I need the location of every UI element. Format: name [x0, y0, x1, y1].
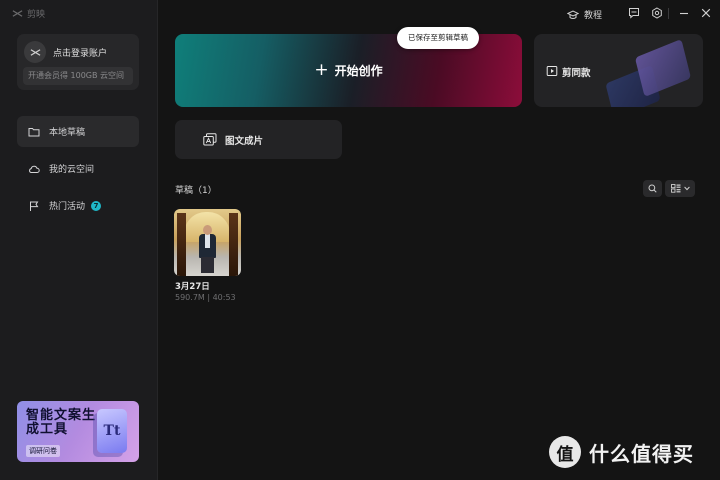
template-clip-button[interactable]: 剪同款	[534, 34, 703, 107]
feedback-icon[interactable]	[628, 7, 640, 19]
search-icon	[648, 184, 657, 193]
thumbnail-pillar	[177, 213, 186, 276]
thumbnail-person-head	[203, 225, 212, 235]
sidebar-item-hot-events[interactable]: 热门活动 7	[17, 190, 139, 221]
thumbnail-pillar	[229, 213, 238, 276]
title-bar: 教程	[158, 0, 720, 28]
start-creation-label: 开始创作	[334, 64, 383, 78]
settings-icon[interactable]	[651, 7, 663, 19]
watermark-text: 什么值得买	[589, 441, 694, 466]
sidebar-item-label: 热门活动	[49, 202, 86, 212]
sidebar: 剪映 点击登录账户 开通会员得 100GB 云空间 本地草稿 我的云空间 热门活…	[0, 0, 158, 480]
decorative-card-shape	[634, 39, 692, 97]
thumbnail-person-legs	[201, 257, 214, 273]
drafts-section-title: 草稿（1）	[175, 186, 217, 196]
template-clip-label: 剪同款	[562, 68, 591, 79]
text-to-video-icon	[203, 133, 217, 146]
tutorial-label: 教程	[583, 11, 602, 21]
draft-title[interactable]: 3月27日	[175, 280, 210, 292]
minimize-icon[interactable]	[678, 7, 690, 19]
promo-subtitle: 调研问卷	[26, 445, 60, 457]
chevron-down-icon	[683, 186, 690, 191]
grid-view-icon	[670, 184, 680, 193]
flag-icon	[30, 201, 39, 211]
save-toast: 已保存至剪辑草稿	[397, 27, 479, 49]
sidebar-item-label: 本地草稿	[49, 128, 86, 138]
search-drafts-button[interactable]	[643, 180, 662, 197]
membership-promo[interactable]: 开通会员得 100GB 云空间	[23, 67, 133, 85]
login-card[interactable]: 点击登录账户 开通会员得 100GB 云空间	[17, 34, 139, 90]
thumbnail-person-shirt	[205, 234, 210, 248]
close-icon[interactable]	[700, 7, 712, 19]
text-to-video-button[interactable]: 图文成片	[175, 120, 342, 159]
avatar[interactable]	[24, 41, 46, 63]
sidebar-item-cloud-space[interactable]: 我的云空间	[17, 153, 139, 184]
template-clip-icon	[546, 66, 558, 76]
capcut-logo-icon	[12, 10, 23, 17]
cloud-icon	[29, 165, 40, 173]
graduation-cap-icon	[566, 9, 579, 19]
sidebar-item-local-drafts[interactable]: 本地草稿	[17, 116, 139, 147]
watermark: 值 什么值得买	[549, 436, 694, 468]
plus-icon: +	[314, 59, 329, 80]
promo-banner[interactable]: 智能文案生成工具 调研问卷 Tt	[17, 401, 139, 462]
watermark-logo-icon: 值	[549, 436, 581, 468]
app-logo: 剪映	[12, 7, 45, 20]
text-to-video-label: 图文成片	[225, 135, 264, 147]
sidebar-item-label: 我的云空间	[49, 165, 95, 175]
notification-badge: 7	[91, 200, 102, 211]
draft-meta: 590.7M | 40:53	[175, 293, 236, 302]
draft-thumbnail[interactable]	[174, 209, 241, 276]
app-name: 剪映	[27, 10, 46, 20]
view-mode-toggle[interactable]	[665, 180, 695, 197]
tutorial-button[interactable]: 教程	[566, 8, 602, 21]
promo-title: 智能文案生成工具	[26, 408, 97, 437]
login-label[interactable]: 点击登录账户	[53, 46, 107, 59]
capcut-avatar-icon	[30, 48, 40, 56]
folder-icon	[28, 127, 40, 136]
text-tool-icon: Tt	[97, 409, 127, 453]
title-bar-divider	[668, 8, 669, 19]
